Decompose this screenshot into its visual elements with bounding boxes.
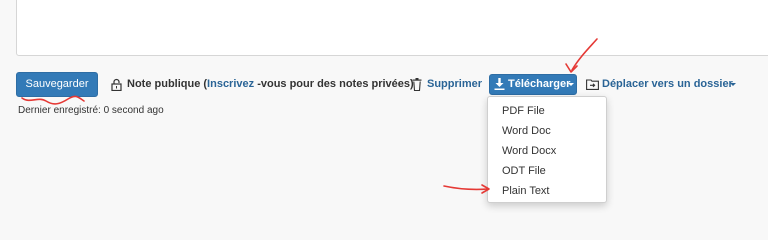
chevron-down-icon [568, 83, 574, 86]
menu-item-word-docx[interactable]: Word Docx [488, 141, 606, 161]
download-icon [494, 78, 505, 90]
chevron-down-icon [730, 83, 736, 86]
download-label: Télécharger [508, 78, 571, 90]
folder-move-icon[interactable] [586, 78, 599, 90]
annotation-arrowhead-download [565, 63, 578, 73]
delete-button[interactable]: Supprimer [427, 78, 482, 90]
annotation-arrow-plain-text [443, 185, 489, 191]
trash-icon[interactable] [412, 78, 422, 91]
public-note-suffix: -vous pour des notes privées) [254, 78, 414, 90]
note-toolbar: Sauvegarder Note publique (Inscrivez -vo… [0, 72, 768, 98]
menu-item-word-doc[interactable]: Word Doc [488, 121, 606, 141]
public-note-label: Note publique (Inscrivez -vous pour des … [127, 78, 414, 90]
signup-link[interactable]: Inscrivez [207, 78, 254, 90]
lock-icon [111, 78, 122, 91]
page: Sauvegarder Note publique (Inscrivez -vo… [0, 0, 768, 229]
last-saved-status: Dernier enregistré: 0 second ago [18, 105, 164, 116]
menu-item-plain-text[interactable]: Plain Text [488, 181, 606, 201]
move-to-folder-button[interactable]: Déplacer vers un dossier [602, 78, 733, 90]
menu-item-odt[interactable]: ODT File [488, 161, 606, 181]
save-button[interactable]: Sauvegarder [16, 72, 98, 97]
download-button[interactable]: Télécharger [489, 74, 577, 95]
menu-item-pdf[interactable]: PDF File [488, 101, 606, 121]
download-menu: PDF File Word Doc Word Docx ODT File Pla… [487, 96, 607, 203]
note-textarea[interactable] [16, 0, 768, 56]
public-note-prefix: Note publique ( [127, 78, 208, 90]
